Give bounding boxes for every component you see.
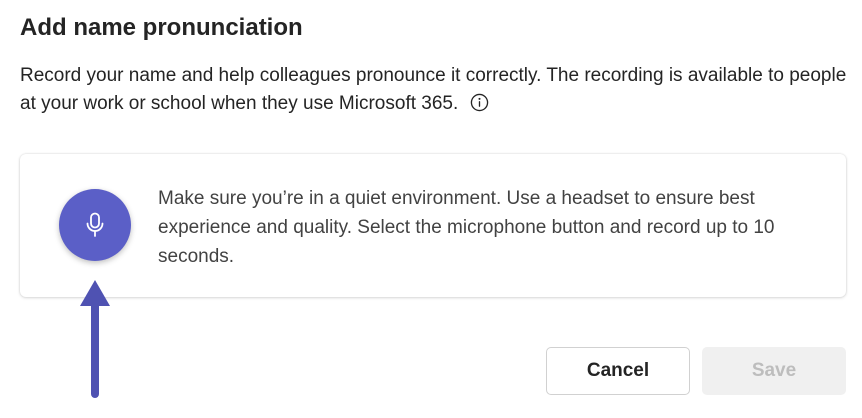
name-pronunciation-dialog: Add name pronunciation Record your name …: [0, 0, 862, 418]
save-button[interactable]: Save: [702, 347, 846, 395]
recording-card: Make sure you’re in a quiet environment.…: [20, 154, 846, 297]
info-icon[interactable]: [470, 93, 489, 112]
record-microphone-button[interactable]: [59, 189, 131, 261]
dialog-description: Record your name and help colleagues pro…: [20, 62, 850, 118]
description-text: Record your name and help colleagues pro…: [20, 65, 847, 114]
microphone-icon: [86, 212, 104, 237]
dialog-title: Add name pronunciation: [20, 14, 303, 41]
cancel-button[interactable]: Cancel: [546, 347, 690, 395]
annotation-arrow: [80, 280, 110, 398]
recording-instructions: Make sure you’re in a quiet environment.…: [158, 188, 775, 267]
